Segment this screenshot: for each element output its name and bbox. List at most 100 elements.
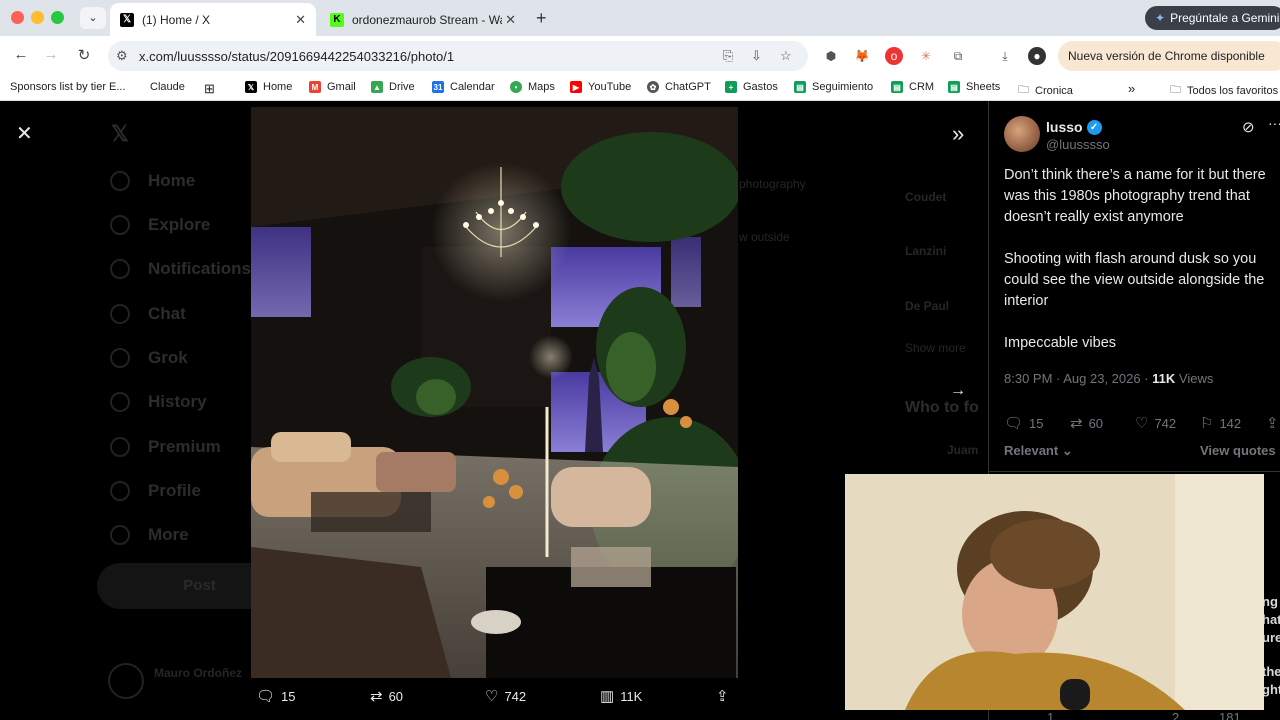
sort-label: Relevant — [1004, 443, 1059, 458]
bookmark-chatgpt[interactable]: ✿ ChatGPT — [647, 81, 711, 93]
url-text[interactable]: x.com/luusssso/status/209166944225403321… — [139, 49, 454, 64]
next-photo-arrow-icon[interactable]: → — [950, 382, 966, 400]
profile-avatar-icon[interactable]: ● — [1028, 47, 1046, 65]
bookmark-label: Todos los favoritos — [1187, 84, 1279, 97]
bg-fragment: Lanzini — [905, 244, 947, 258]
close-tab-icon[interactable]: ✕ — [295, 12, 306, 28]
bg-fragment: De Paul — [905, 299, 950, 313]
more-options-icon[interactable]: ··· — [1268, 115, 1280, 131]
repost-button[interactable]: ⇄ 60 — [1070, 414, 1103, 432]
bookmark-label: Gmail — [327, 81, 356, 93]
install-app-icon[interactable]: ⇩ — [751, 48, 762, 64]
bookmark-gastos[interactable]: + Gastos — [725, 81, 778, 93]
view-quotes-link[interactable]: View quotes › — [1200, 443, 1280, 458]
address-bar[interactable]: ⚙ x.com/luusssso/status/2091669442254033… — [108, 41, 808, 71]
gemini-button[interactable]: ✦ Pregúntale a Gemini — [1145, 6, 1280, 30]
maximize-window-button[interactable] — [51, 11, 64, 24]
back-arrow-icon[interactable]: ← — [11, 46, 31, 63]
apps-grid-icon[interactable]: ⊞ — [204, 81, 215, 97]
bookmark-sheets[interactable]: ▤ Sheets — [948, 81, 1000, 93]
claude-sparkle-icon[interactable]: ✳ — [917, 47, 935, 65]
reply-icon: 🗨 — [256, 688, 276, 705]
bookmark-label: Sheets — [966, 81, 1001, 93]
heart-icon: ♡ — [1135, 415, 1149, 432]
repost-button[interactable]: ⇄ 60 — [370, 687, 403, 705]
bookmark-calendar[interactable]: 31 Calendar — [432, 81, 495, 93]
close-window-button[interactable] — [11, 11, 24, 24]
bookmark-label: Claude — [150, 81, 185, 93]
bookmark-button[interactable]: ⚐ 142 — [1200, 414, 1241, 432]
user-handle[interactable]: @luusssso — [1046, 137, 1110, 152]
tab-search-chevron-icon[interactable]: ⌄ — [80, 7, 106, 29]
reply-icon: 🗨 — [1004, 415, 1024, 432]
avatar[interactable] — [1004, 116, 1040, 152]
minimize-window-button[interactable] — [31, 11, 44, 24]
tab-x-home[interactable]: 𝕏 (1) Home / X ✕ — [110, 3, 316, 36]
bookmark-crm[interactable]: ▤ CRM — [891, 81, 934, 93]
reply-button[interactable]: 🗨 15 — [256, 687, 296, 705]
share-button[interactable]: ⇪ — [1266, 414, 1280, 432]
site-settings-icon[interactable]: ⚙ — [116, 48, 128, 64]
translate-icon[interactable]: ⎘ — [723, 48, 733, 64]
extension-cube-icon[interactable]: ⬢ — [822, 47, 840, 65]
maps-pin-icon: • — [510, 81, 522, 93]
bookmark-icon: ⚐ — [1200, 415, 1214, 432]
folder-icon: 🗀 — [1018, 84, 1029, 96]
bg-fragment: w outside — [739, 230, 790, 244]
bg-fragment: Coudet — [905, 190, 947, 204]
next-reply-count: 2 — [1172, 710, 1180, 720]
reply-sort-dropdown[interactable]: Relevant ⌄ — [1004, 443, 1073, 459]
views-button[interactable]: ▥ 11K — [600, 687, 642, 705]
forward-arrow-icon[interactable]: → — [41, 46, 61, 63]
extensions-puzzle-icon[interactable]: ⧉ — [949, 47, 967, 65]
nav-profile: Profile — [148, 481, 201, 500]
bookmark-claude[interactable]: Claude — [150, 81, 185, 93]
like-button[interactable]: ♡ 742 — [1135, 414, 1176, 432]
calendar-icon: 31 — [432, 81, 444, 93]
chrome-update-button[interactable]: Nueva versión de Chrome disponible — [1058, 41, 1280, 71]
new-tab-plus-icon[interactable]: + — [536, 8, 547, 29]
interior-photo-illustration — [251, 107, 738, 678]
metamask-fox-icon[interactable]: 🦊 — [853, 47, 871, 65]
x-logo-icon: 𝕏 — [245, 81, 257, 93]
reply-fragment: the — [1262, 664, 1280, 679]
bookmark-sponsors[interactable]: Sponsors list by tier E... — [10, 81, 126, 93]
tab-stream[interactable]: K ordonezmaurob Stream - Wat ✕ — [320, 3, 526, 36]
tweet-photo[interactable] — [251, 107, 738, 678]
verified-badge-icon: ✓ — [1086, 119, 1102, 135]
close-photo-icon[interactable]: ✕ — [16, 121, 33, 146]
close-tab-icon[interactable]: ✕ — [505, 12, 516, 28]
collapse-panel-icon[interactable]: » — [952, 121, 964, 147]
bookmark-seguimiento[interactable]: ▤ Seguimiento — [794, 81, 873, 93]
bookmark-home[interactable]: 𝕏 Home — [245, 81, 292, 93]
bookmark-maps[interactable]: • Maps — [510, 81, 555, 93]
bookmark-youtube[interactable]: ▶ YouTube — [570, 81, 631, 93]
downloads-icon[interactable]: ⤓ — [996, 47, 1014, 65]
like-button[interactable]: ♡ 742 — [485, 687, 526, 705]
bookmarks-bar: Sponsors list by tier E... Claude ⊞ 𝕏 Hom… — [0, 76, 1280, 101]
bg-fragment: Show more — [905, 341, 966, 355]
tab-title: (1) Home / X — [142, 12, 211, 27]
grok-icon[interactable]: ⊘ — [1242, 118, 1255, 136]
premium-icon — [110, 437, 130, 457]
tweet-timestamp[interactable]: 8:30 PM · Aug 23, 2026 · — [1004, 371, 1152, 386]
all-bookmarks[interactable]: 🗀 Todos los favoritos — [1170, 81, 1278, 100]
display-name[interactable]: lusso ✓ — [1046, 119, 1102, 135]
tweet-text: Don’t think there’s a name for it but th… — [1004, 167, 1266, 351]
heart-icon: ♡ — [485, 688, 499, 705]
repost-icon: ⇄ — [370, 688, 383, 705]
reload-icon[interactable]: ↻ — [74, 46, 94, 64]
bookmark-star-icon[interactable]: ☆ — [780, 48, 792, 64]
bg-fragment: Who to fo — [905, 399, 979, 416]
adblock-icon[interactable]: o — [885, 47, 903, 65]
bookmarks-overflow-icon[interactable]: » — [1128, 81, 1135, 96]
reply-button[interactable]: 🗨 15 — [1004, 414, 1044, 432]
views-label: Views — [1175, 371, 1214, 386]
bookmark-gmail[interactable]: M Gmail — [309, 81, 356, 93]
bookmark-drive[interactable]: ▲ Drive — [371, 81, 415, 93]
home-icon — [110, 171, 130, 191]
bookmark-cronica[interactable]: 🗀 Cronica — [1018, 81, 1073, 100]
nav-home: Home — [148, 171, 196, 190]
sheets-icon: ▤ — [891, 81, 903, 93]
share-button[interactable]: ⇪ — [716, 687, 735, 705]
